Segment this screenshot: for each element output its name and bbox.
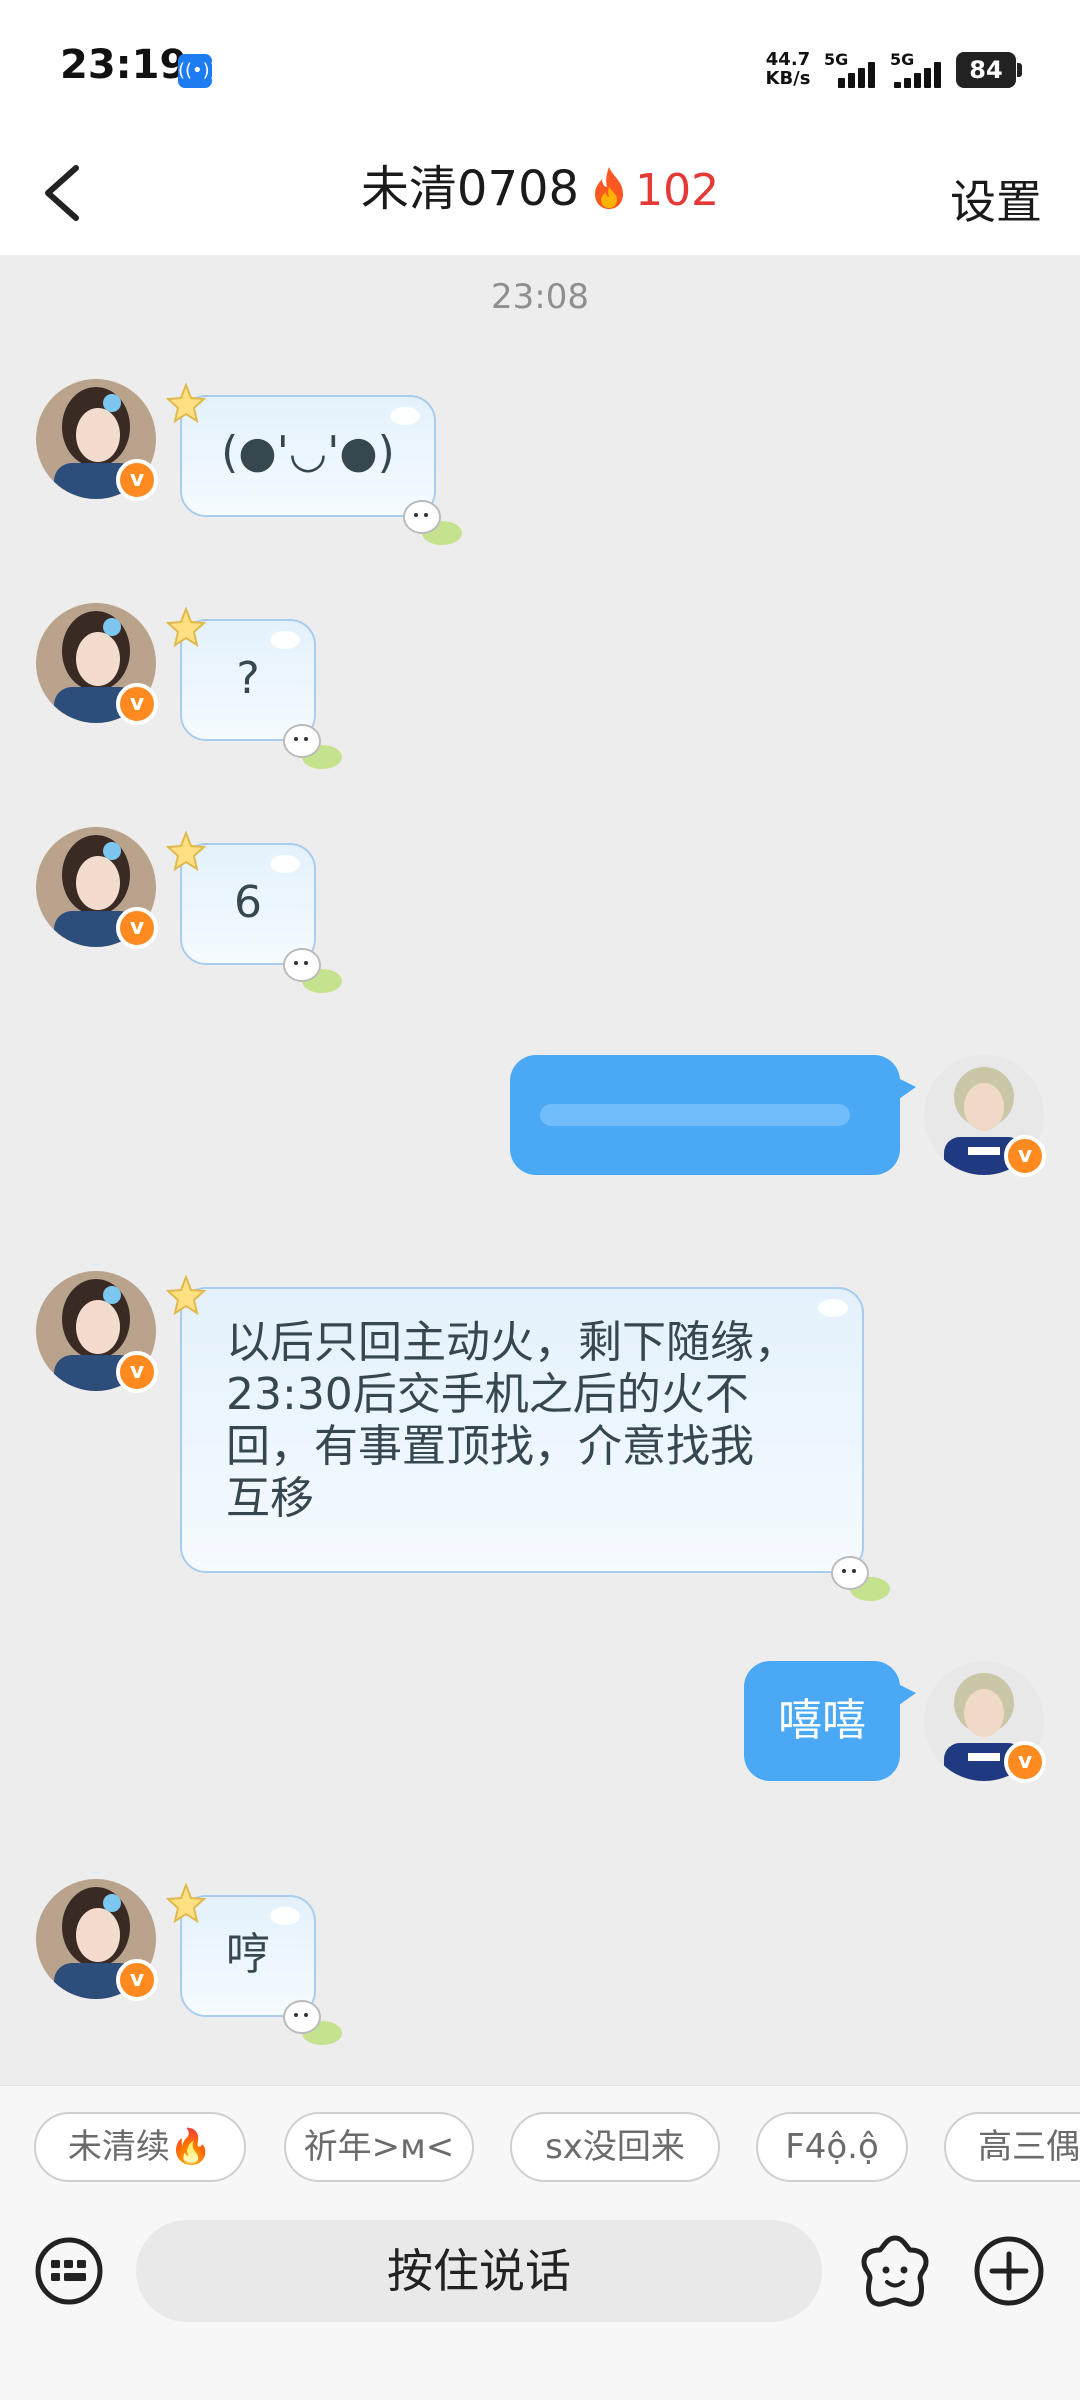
flame-icon <box>595 167 624 209</box>
message-text: (●'◡'●) <box>221 427 395 478</box>
message-text: 嘻嘻 <box>778 1695 866 1746</box>
verified-badge-icon: v <box>1004 1741 1046 1783</box>
star-decoration-icon <box>166 1883 206 1923</box>
star-decoration-icon <box>166 1275 206 1315</box>
status-bar: 23:19 ((•)) 44.7 KB/s 5G 5G 84 <box>0 0 1080 130</box>
contact-avatar[interactable]: v <box>36 1271 158 1393</box>
sim1-signal-icon: 5G <box>824 50 882 90</box>
chat-screen: 23:19 ((•)) 44.7 KB/s 5G 5G 84 未清0708 10… <box>0 0 1080 2400</box>
message-text-line: 互移 <box>226 1473 314 1524</box>
quick-phrase-chip[interactable]: 祈年>ᴍ< <box>284 2112 474 2182</box>
hotspot-app-icon: ((•)) <box>178 54 217 88</box>
battery-icon: 84 <box>956 52 1022 88</box>
my-avatar[interactable]: v <box>924 1661 1046 1783</box>
verified-badge-icon: v <box>116 907 158 949</box>
message-bubble-incoming[interactable]: (●'◡'●) <box>166 383 462 545</box>
contact-avatar[interactable]: v <box>36 1879 158 2001</box>
settings-button[interactable]: 设置 <box>950 166 1042 232</box>
streak-count: 102 <box>635 165 720 216</box>
contact-avatar[interactable]: v <box>36 603 158 725</box>
emoji-icon[interactable] <box>856 2232 934 2310</box>
chat-title: 未清0708 102 <box>0 158 1080 222</box>
message-text-line: 以后只回主动火，剩下随缘， <box>226 1317 798 1368</box>
hamster-sticker-icon <box>403 500 462 545</box>
my-avatar[interactable]: v <box>924 1055 1046 1177</box>
message-text: 6 <box>234 877 262 928</box>
input-bar: 按住说话 <box>0 2200 1080 2400</box>
plus-icon[interactable] <box>972 2234 1046 2308</box>
contact-avatar[interactable]: v <box>36 827 158 949</box>
verified-badge-icon: v <box>116 1959 158 2001</box>
quick-phrase-chip[interactable]: 高三偶 <box>944 2112 1080 2182</box>
network-speed: 44.7 KB/s <box>765 49 811 89</box>
message-list[interactable]: 23:08 v (●'◡'●) v ? v 6 v v 以后只回主动火，剩下随缘… <box>0 255 1080 2085</box>
hamster-sticker-icon <box>831 1556 890 1601</box>
message-bubble-incoming[interactable]: 6 <box>166 831 342 993</box>
blurred-text <box>540 1104 850 1126</box>
status-time: 23:19 <box>60 42 188 88</box>
hamster-sticker-icon <box>283 724 342 769</box>
message-bubble-incoming[interactable]: 哼 <box>166 1883 342 2045</box>
message-text-line: 回，有事置顶找，介意找我 <box>226 1421 754 1472</box>
message-bubble-incoming[interactable]: ? <box>166 607 342 769</box>
message-text: ? <box>236 653 260 704</box>
hold-to-talk-button[interactable]: 按住说话 <box>136 2220 822 2322</box>
message-bubble-incoming[interactable]: 以后只回主动火，剩下随缘， 23:30后交手机之后的火不 回，有事置顶找，介意找… <box>166 1275 890 1601</box>
message-text-line: 23:30后交手机之后的火不 <box>226 1369 749 1420</box>
hamster-sticker-icon <box>283 2000 342 2045</box>
contact-avatar[interactable]: v <box>36 379 158 501</box>
verified-badge-icon: v <box>116 459 158 501</box>
keyboard-icon[interactable] <box>34 2236 104 2306</box>
quick-phrase-chip[interactable]: F4ộ.ộ <box>756 2112 908 2182</box>
verified-badge-icon: v <box>1004 1135 1046 1177</box>
quick-phrase-bar: 未清续🔥 祈年>ᴍ< sx没回来 F4ộ.ộ 高三偶 <box>0 2085 1080 2200</box>
sim2-signal-icon: 5G <box>890 50 948 90</box>
message-bubble-outgoing[interactable]: 嘻嘻 <box>744 1661 916 1781</box>
quick-phrase-chip[interactable]: 未清续🔥 <box>34 2112 246 2182</box>
chat-header: 未清0708 102 设置 <box>0 130 1080 255</box>
contact-name: 未清0708 <box>360 161 580 217</box>
message-text: 哼 <box>226 1929 270 1980</box>
star-decoration-icon <box>166 607 206 647</box>
time-divider: 23:08 <box>491 277 589 317</box>
star-decoration-icon <box>166 831 206 871</box>
star-decoration-icon <box>166 383 206 423</box>
verified-badge-icon: v <box>116 1351 158 1393</box>
hamster-sticker-icon <box>283 948 342 993</box>
verified-badge-icon: v <box>116 683 158 725</box>
quick-phrase-chip[interactable]: sx没回来 <box>510 2112 720 2182</box>
